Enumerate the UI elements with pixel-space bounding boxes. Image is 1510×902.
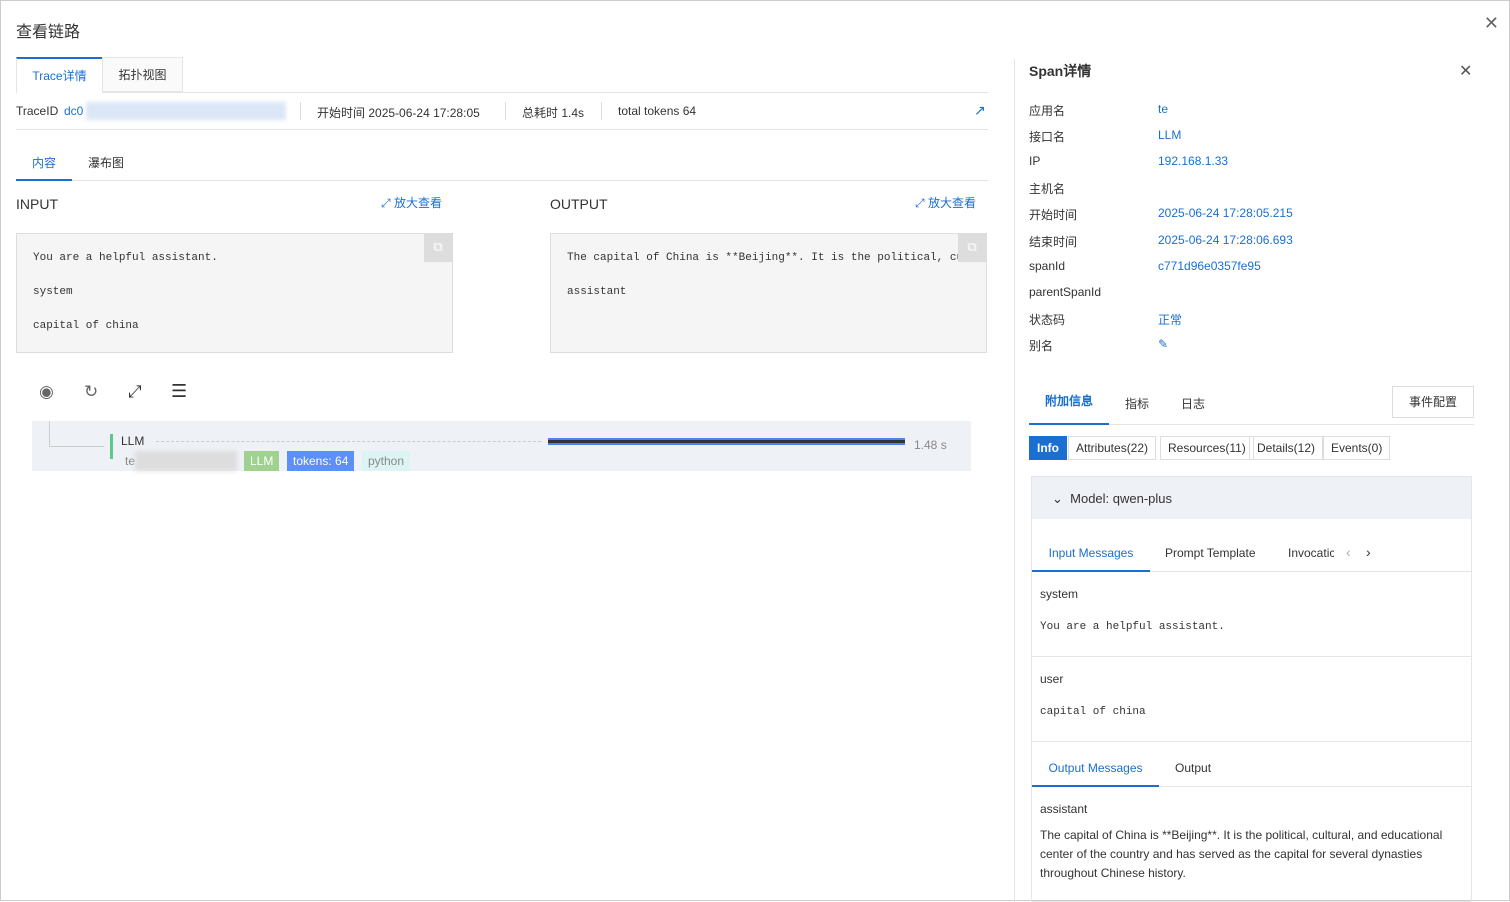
output-zoom-link[interactable]: ⤢ 放大查看 bbox=[915, 194, 976, 211]
chevron-down-icon: ⌄ bbox=[1052, 491, 1063, 506]
field-value: te bbox=[1158, 102, 1169, 116]
tag-python: python bbox=[362, 451, 411, 471]
subtab-waterfall[interactable]: 瀑布图 bbox=[88, 151, 124, 175]
locate-icon[interactable]: ◉ bbox=[39, 382, 54, 402]
refresh-icon[interactable]: ↻ bbox=[84, 382, 98, 402]
tab-output[interactable]: Output bbox=[1175, 761, 1211, 775]
field-label: 结束时间 bbox=[1029, 234, 1078, 249]
output-box: The capital of China is **Beijing**. It … bbox=[550, 233, 987, 353]
model-header[interactable]: ⌄ Model: qwen-plus bbox=[1032, 477, 1471, 519]
field-label: 开始时间 bbox=[1029, 208, 1078, 223]
duration-value: 1.4s bbox=[561, 106, 585, 120]
close-span-icon[interactable]: ✕ bbox=[1459, 61, 1472, 81]
field-value: c771d96e0357fe95 bbox=[1158, 258, 1261, 273]
duration-label: 总耗时 bbox=[522, 106, 559, 120]
chevron-right-icon[interactable]: › bbox=[1366, 544, 1371, 560]
tab-logs[interactable]: 日志 bbox=[1181, 395, 1205, 412]
tab-trace-detail[interactable]: Trace详情 bbox=[16, 57, 102, 93]
field-label: 主机名 bbox=[1029, 182, 1066, 197]
field-value: 192.168.1.33 bbox=[1158, 154, 1229, 169]
tag-tokens: tokens: 64 bbox=[287, 451, 355, 471]
span-detail-title: Span详情 bbox=[1029, 63, 1092, 79]
subtab-content[interactable]: 内容 bbox=[16, 151, 72, 181]
settings-sliders-icon[interactable]: ☰ bbox=[171, 381, 187, 402]
seg-attributes[interactable]: Attributes(22) bbox=[1068, 436, 1157, 460]
tokens-label: total tokens bbox=[618, 104, 680, 118]
dialog-title: 查看链路 bbox=[16, 24, 81, 41]
output-text: The capital of China is **Beijing**. It … bbox=[1040, 828, 1443, 880]
output-role: assistant bbox=[1040, 802, 1088, 816]
span-name: LLM bbox=[121, 434, 145, 448]
field-value: 2025-06-24 17:28:06.693 bbox=[1158, 232, 1293, 247]
external-link-icon[interactable]: ↗ bbox=[974, 102, 986, 119]
span-duration: 1.48 s bbox=[914, 438, 947, 452]
seg-info[interactable]: Info bbox=[1029, 436, 1067, 460]
event-config-button[interactable]: 事件配置 bbox=[1392, 386, 1474, 418]
field-label: 应用名 bbox=[1029, 104, 1066, 118]
field-value: 2025-06-24 17:28:05.215 bbox=[1158, 206, 1293, 221]
traceid-value[interactable]: dc0 bbox=[64, 104, 83, 118]
copy-icon[interactable]: ⧉ bbox=[958, 234, 986, 262]
field-label: 接口名 bbox=[1029, 130, 1066, 145]
start-value: 2025-06-24 17:28:05 bbox=[368, 106, 480, 120]
tab-input-messages[interactable]: Input Messages bbox=[1032, 546, 1150, 572]
message-text: You are a helpful assistant. bbox=[1040, 621, 1225, 633]
chevron-left-icon[interactable]: ‹ bbox=[1346, 544, 1351, 560]
field-label: 状态码 bbox=[1029, 312, 1066, 327]
field-value[interactable]: ✎ bbox=[1158, 337, 1168, 351]
message-role: user bbox=[1040, 672, 1064, 686]
tab-metrics[interactable]: 指标 bbox=[1125, 395, 1149, 412]
field-label: IP bbox=[1029, 154, 1041, 169]
tab-extra-info[interactable]: 附加信息 bbox=[1029, 389, 1109, 425]
output-label: OUTPUT bbox=[550, 196, 608, 212]
traceid-label: TraceID bbox=[16, 104, 59, 118]
span-service: te bbox=[125, 454, 136, 468]
message-role: system bbox=[1040, 587, 1079, 601]
field-label: spanId bbox=[1029, 258, 1066, 273]
seg-details[interactable]: Details(12) bbox=[1249, 436, 1324, 460]
field-value: LLM bbox=[1158, 128, 1182, 143]
field-label: parentSpanId bbox=[1029, 284, 1102, 299]
start-label: 开始时间 bbox=[317, 106, 366, 120]
close-dialog-icon[interactable]: ✕ bbox=[1484, 13, 1499, 34]
span-duration-bar bbox=[548, 438, 905, 445]
copy-icon[interactable]: ⧉ bbox=[424, 234, 452, 262]
tab-output-messages[interactable]: Output Messages bbox=[1032, 761, 1159, 787]
input-zoom-link[interactable]: ⤢ 放大查看 bbox=[381, 194, 442, 211]
input-box: You are a helpful assistant. system capita… bbox=[16, 233, 453, 353]
seg-events[interactable]: Events(0) bbox=[1323, 436, 1391, 460]
expand-icon[interactable]: ⤢ bbox=[128, 382, 142, 402]
tag-llm: LLM bbox=[244, 451, 280, 471]
field-value: 正常 bbox=[1158, 312, 1183, 327]
tab-prompt-template[interactable]: Prompt Template bbox=[1165, 546, 1256, 560]
input-label: INPUT bbox=[16, 196, 58, 212]
tab-invocation[interactable]: Invocatic bbox=[1288, 546, 1334, 560]
field-label: 别名 bbox=[1029, 338, 1054, 353]
tokens-value: 64 bbox=[682, 104, 697, 118]
message-text: capital of china bbox=[1040, 706, 1146, 718]
seg-resources[interactable]: Resources(11) bbox=[1160, 436, 1254, 460]
tab-topology[interactable]: 拓扑视图 bbox=[102, 57, 183, 92]
